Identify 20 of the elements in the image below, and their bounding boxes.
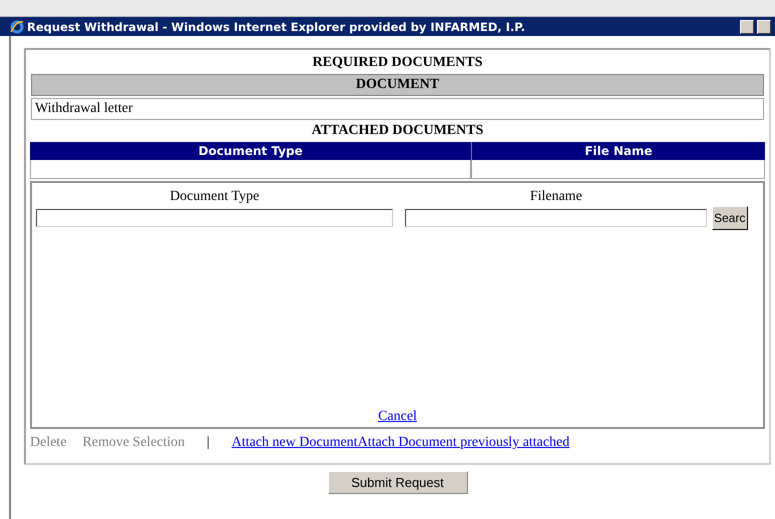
column-header: Document Type (30, 142, 471, 160)
document-type-field[interactable] (36, 209, 393, 227)
attach-link[interactable]: Attach Document previously attached (358, 435, 570, 451)
column-header: File Name (471, 142, 765, 160)
separator: | (206, 435, 210, 451)
section-heading: ATTACHED DOCUMENTS (310, 122, 484, 140)
browser-icon (10, 20, 24, 34)
filename-field[interactable] (405, 209, 707, 227)
window-title: Request Withdrawal - Windows Internet Explorer provided by INFARMED, I.P. (27, 20, 526, 34)
search-button[interactable]: Searc (712, 206, 748, 230)
cancel-link[interactable]: Cancel (378, 409, 417, 425)
field-label: Document Type (168, 188, 260, 206)
field-label: Filename (528, 188, 584, 206)
table-cell: Withdrawal letter (31, 98, 764, 120)
column-header: DOCUMENT (31, 74, 764, 96)
attach-link[interactable]: Attach new Document (232, 435, 358, 451)
submit-button[interactable]: Submit Request (328, 471, 468, 494)
section-heading: REQUIRED DOCUMENTS (312, 54, 484, 72)
minimize-button[interactable] (740, 20, 754, 34)
maximize-button[interactable] (757, 20, 771, 34)
